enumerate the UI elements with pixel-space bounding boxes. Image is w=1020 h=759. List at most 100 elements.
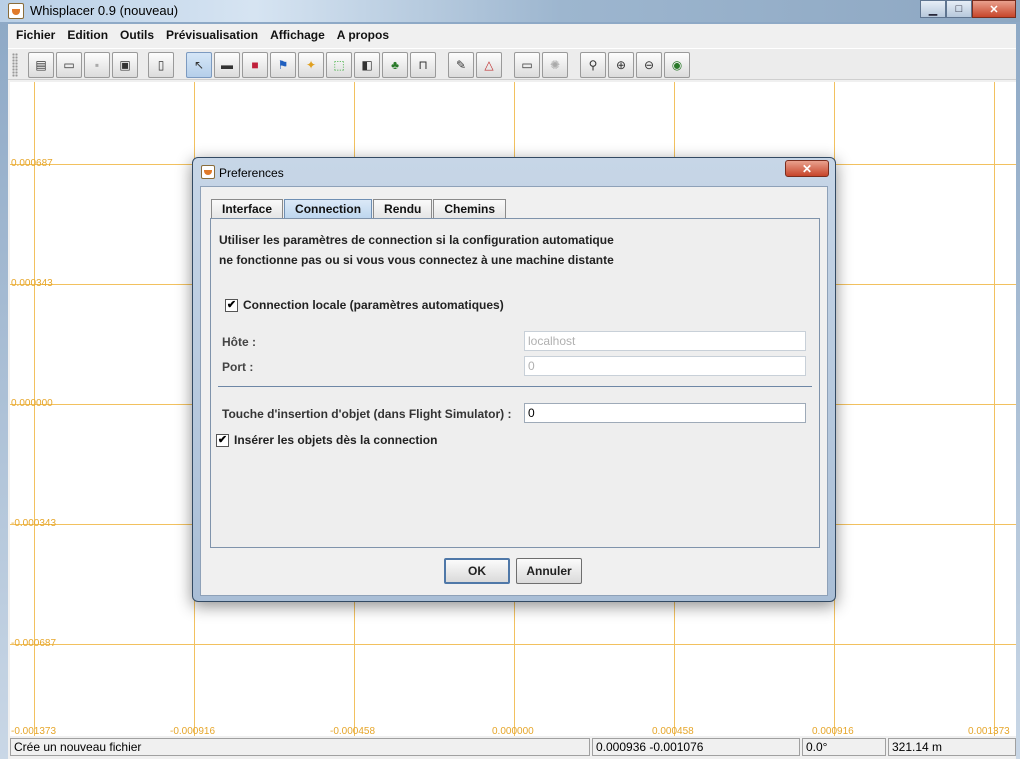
tab-interface[interactable]: Interface — [211, 199, 284, 219]
insert-on-connect-label: Insérer les objets dès la connection — [234, 433, 438, 447]
window-title: Whisplacer 0.9 (nouveau) — [30, 3, 179, 18]
x-axis-label: 0.001373 — [968, 726, 1010, 736]
edit-tool-icon: ✎ — [455, 58, 467, 72]
status-message: Crée un nouveau fichier — [10, 738, 590, 756]
tab-strip: Interface Connection Rendu Chemins — [211, 199, 507, 219]
title-bar: Whisplacer 0.9 (nouveau) ▁ □ ✕ — [0, 0, 1020, 22]
local-connection-label: Connection locale (paramètres automatiqu… — [243, 298, 504, 312]
zoom-fit-button[interactable]: ◉ — [664, 52, 690, 78]
zoom-out-icon: ⊖ — [643, 58, 655, 72]
zoom-in-button[interactable]: ⊕ — [608, 52, 634, 78]
x-axis-label: -0.000916 — [170, 726, 216, 736]
area-button[interactable]: ⬚ — [326, 52, 352, 78]
dialog-close-button[interactable]: ✕ — [785, 160, 829, 177]
fuel-icon: ◧ — [361, 58, 373, 72]
description-line-1: Utiliser les paramètres de connection si… — [219, 233, 614, 247]
polygon-tool-button[interactable]: △ — [476, 52, 502, 78]
y-axis-label: -0.000343 — [11, 518, 57, 529]
maximize-button[interactable]: □ — [946, 0, 972, 18]
minimize-button[interactable]: ▁ — [920, 0, 946, 18]
window-controls: ▁ □ ✕ — [920, 0, 1016, 18]
grid-hline — [10, 644, 1016, 645]
hangar-icon: ⊓ — [418, 58, 428, 72]
separator — [218, 386, 812, 387]
select-tool-button[interactable]: ↖ — [186, 52, 212, 78]
toolbar-grip[interactable] — [12, 53, 18, 77]
light-icon: ✦ — [305, 58, 317, 72]
x-axis-label: 0.000000 — [492, 726, 534, 736]
x-axis-label: -0.001373 — [11, 726, 57, 736]
local-connection-checkbox[interactable]: ✔ Connection locale (paramètres automati… — [225, 298, 504, 312]
preview-button[interactable]: ▭ — [514, 52, 540, 78]
properties-icon: ▯ — [157, 58, 165, 72]
y-axis-label: 0.000000 — [11, 398, 53, 409]
menu-previsualisation[interactable]: Prévisualisation — [162, 28, 266, 42]
y-axis-label: 0.000343 — [11, 278, 53, 289]
zoom-icon: ⚲ — [588, 58, 598, 72]
open-button[interactable]: ▭ — [56, 52, 82, 78]
port-field[interactable]: 0 — [524, 356, 806, 376]
properties-button[interactable]: ▯ — [148, 52, 174, 78]
light-button[interactable]: ✦ — [298, 52, 324, 78]
toolbar: ▤ ▭ ▪ ▣ ▯ ↖ ▬ ■ ⚑ ✦ ⬚ ◧ ♣ ⊓ ✎ △ ▭ ✺ ⚲ ⊕ … — [8, 48, 1016, 80]
x-axis-label: 0.000916 — [812, 726, 854, 736]
menu-edition[interactable]: Edition — [63, 28, 116, 42]
terrain-icon: ✺ — [549, 58, 561, 72]
edit-tool-button[interactable]: ✎ — [448, 52, 474, 78]
java-icon — [8, 3, 24, 19]
fuel-button[interactable]: ◧ — [354, 52, 380, 78]
checkbox-checked-icon: ✔ — [225, 298, 238, 312]
description-line-2: ne fonctionne pas ou si vous vous connec… — [219, 253, 614, 267]
status-coordinates: 0.000936 -0.001076 — [592, 738, 800, 756]
flag-icon: ⚑ — [277, 58, 289, 72]
building-button[interactable]: ■ — [242, 52, 268, 78]
tab-rendu[interactable]: Rendu — [373, 199, 433, 219]
host-field[interactable]: localhost — [524, 331, 806, 351]
area-icon: ⬚ — [333, 58, 345, 72]
insert-key-field[interactable]: 0 — [524, 403, 806, 423]
flag-button[interactable]: ⚑ — [270, 52, 296, 78]
tab-chemins[interactable]: Chemins — [433, 199, 507, 219]
app-window: Whisplacer 0.9 (nouveau) ▁ □ ✕ Fichier E… — [0, 0, 1020, 759]
y-axis-label: 0.000687 — [11, 158, 53, 169]
checkbox-checked-icon: ✔ — [216, 433, 229, 447]
menu-a-propos[interactable]: A propos — [333, 28, 397, 42]
select-tool-icon: ↖ — [193, 58, 205, 72]
preferences-dialog: Preferences ✕ Interface Connection Rendu… — [192, 157, 836, 602]
zoom-out-button[interactable]: ⊖ — [636, 52, 662, 78]
connection-tab-panel: Utiliser les paramètres de connection si… — [210, 218, 820, 548]
polygon-tool-icon: △ — [484, 58, 494, 72]
menu-bar: Fichier Edition Outils Prévisualisation … — [8, 24, 1016, 46]
preview-icon: ▭ — [521, 58, 533, 72]
cancel-button[interactable]: Annuler — [516, 558, 582, 584]
new-file-icon: ▤ — [35, 58, 47, 72]
zoom-in-icon: ⊕ — [615, 58, 627, 72]
insert-on-connect-checkbox[interactable]: ✔ Insérer les objets dès la connection — [216, 433, 437, 447]
runway-button[interactable]: ▬ — [214, 52, 240, 78]
menu-fichier[interactable]: Fichier — [12, 28, 63, 42]
save-button[interactable]: ▪ — [84, 52, 110, 78]
save-as-button[interactable]: ▣ — [112, 52, 138, 78]
terrain-button[interactable]: ✺ — [542, 52, 568, 78]
insert-key-label: Touche d'insertion d'objet (dans Flight … — [222, 407, 512, 421]
hangar-button[interactable]: ⊓ — [410, 52, 436, 78]
dialog-title: Preferences — [219, 166, 284, 180]
ok-button[interactable]: OK — [444, 558, 510, 584]
zoom-button[interactable]: ⚲ — [580, 52, 606, 78]
host-label: Hôte : — [222, 335, 256, 349]
dialog-body: Interface Connection Rendu Chemins Utili… — [200, 186, 828, 596]
zoom-fit-icon: ◉ — [671, 58, 683, 72]
close-button[interactable]: ✕ — [972, 0, 1016, 18]
status-angle: 0.0° — [802, 738, 886, 756]
tree-button[interactable]: ♣ — [382, 52, 408, 78]
open-icon: ▭ — [63, 58, 75, 72]
building-icon: ■ — [251, 58, 259, 72]
grid-vline — [994, 82, 995, 736]
tab-connection[interactable]: Connection — [284, 199, 373, 219]
menu-outils[interactable]: Outils — [116, 28, 162, 42]
save-as-icon: ▣ — [119, 58, 131, 72]
menu-affichage[interactable]: Affichage — [266, 28, 333, 42]
new-file-button[interactable]: ▤ — [28, 52, 54, 78]
status-distance: 321.14 m — [888, 738, 1016, 756]
y-axis-label: -0.000687 — [11, 638, 57, 649]
